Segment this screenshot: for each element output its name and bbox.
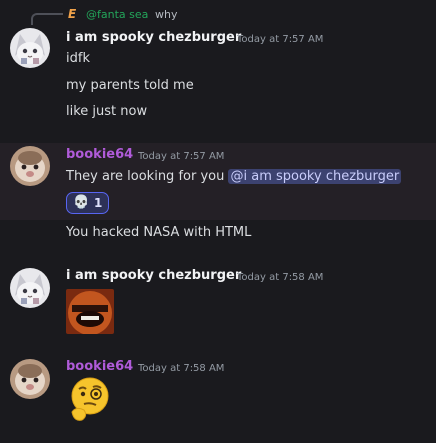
- message-timestamp[interactable]: Today at 7:58 AM: [138, 363, 224, 374]
- message-author[interactable]: bookie64: [66, 147, 133, 162]
- message-text: They are looking for you: [66, 169, 225, 184]
- message-text: idfk: [66, 51, 90, 66]
- message-timestamp[interactable]: Today at 7:58 AM: [237, 272, 323, 283]
- avatar-bookie[interactable]: [10, 146, 50, 186]
- message-author[interactable]: i am spooky chezburger: [66, 30, 241, 45]
- reaction-button[interactable]: 💀 1: [66, 192, 109, 214]
- message-text: You hacked NASA with HTML: [66, 225, 252, 240]
- laughing-man-image: [66, 289, 114, 334]
- reply-connector: [31, 13, 63, 25]
- cat-avatar-icon: [10, 28, 50, 68]
- thinking-emoji-attachment[interactable]: [66, 376, 110, 424]
- message-timestamp[interactable]: Today at 7:57 AM: [138, 151, 224, 162]
- cat-avatar-icon: [10, 359, 50, 399]
- message-text: my parents told me: [66, 78, 194, 93]
- message-timestamp[interactable]: Today at 7:57 AM: [237, 34, 323, 45]
- message-text: like just now: [66, 104, 148, 119]
- reply-source-icon: E: [68, 7, 77, 21]
- reply-preview-text[interactable]: why: [155, 8, 177, 21]
- avatar-spooky[interactable]: [10, 268, 50, 308]
- message-author[interactable]: i am spooky chezburger: [66, 268, 241, 283]
- user-mention[interactable]: @i am spooky chezburger: [228, 169, 402, 184]
- monocle-emoji-icon: [71, 377, 109, 421]
- message-author[interactable]: bookie64: [66, 359, 133, 374]
- message-text-line: They are looking for you @i am spooky ch…: [66, 169, 402, 184]
- reaction-count: 1: [94, 196, 103, 210]
- avatar-spooky[interactable]: [10, 28, 50, 68]
- avatar-bookie[interactable]: [10, 359, 50, 399]
- image-attachment[interactable]: [66, 289, 114, 334]
- cat-avatar-icon: [10, 146, 50, 186]
- cat-avatar-icon: [10, 268, 50, 308]
- reply-mention-link[interactable]: @fanta sea: [86, 8, 148, 21]
- skull-icon: 💀: [73, 195, 90, 210]
